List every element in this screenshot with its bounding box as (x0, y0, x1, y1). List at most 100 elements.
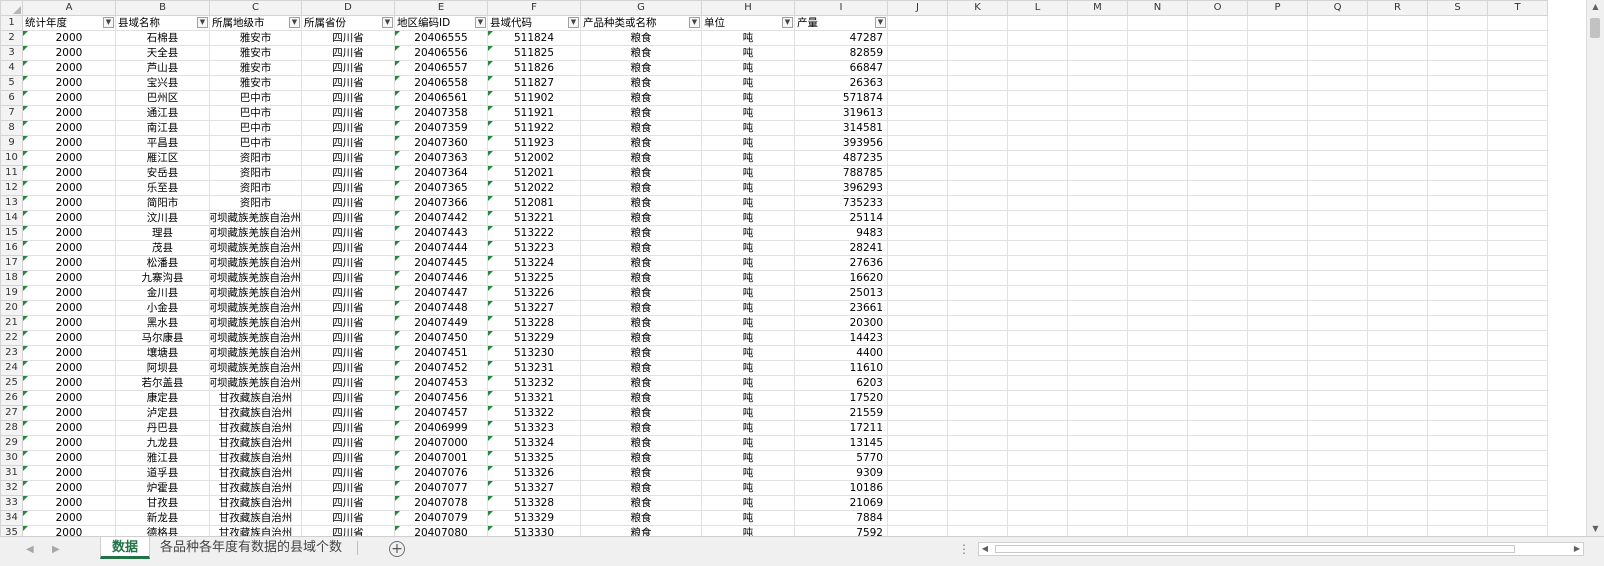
header-cell[interactable]: 所属地级市 ▼ (209, 15, 302, 31)
cell-id[interactable]: 20407001 (394, 450, 488, 466)
empty-cell[interactable] (1487, 345, 1548, 361)
sheet-nav-right-icon[interactable]: ▶ (52, 544, 60, 555)
empty-cell[interactable] (1067, 135, 1128, 151)
empty-cell[interactable] (947, 330, 1008, 346)
empty-cell[interactable] (1187, 300, 1248, 316)
empty-cell[interactable] (1007, 165, 1068, 181)
cell-county[interactable]: 丹巴县 (115, 420, 210, 436)
column-header[interactable]: C (209, 0, 302, 16)
empty-cell[interactable] (1367, 285, 1428, 301)
empty-cell[interactable] (887, 255, 948, 271)
cell-qty[interactable]: 9309 (794, 465, 888, 481)
cell-county[interactable]: 康定县 (115, 390, 210, 406)
cell-qty[interactable]: 7592 (794, 525, 888, 536)
empty-cell[interactable] (1127, 300, 1188, 316)
cell-qty[interactable]: 23661 (794, 300, 888, 316)
cell-prov[interactable]: 四川省 (301, 345, 395, 361)
cell-id[interactable]: 20407358 (394, 105, 488, 121)
cell-city[interactable]: 巴中市 (209, 90, 302, 106)
cell-unit[interactable]: 吨 (701, 465, 795, 481)
cell-unit[interactable]: 吨 (701, 30, 795, 46)
cell-id[interactable]: 20407442 (394, 210, 488, 226)
empty-cell[interactable] (1187, 375, 1248, 391)
empty-cell[interactable] (1487, 225, 1548, 241)
empty-cell[interactable] (1067, 270, 1128, 286)
empty-cell[interactable] (1067, 360, 1128, 376)
empty-cell[interactable] (887, 240, 948, 256)
row-number[interactable]: 3 (0, 45, 23, 61)
empty-cell[interactable] (1367, 90, 1428, 106)
cell-qty[interactable]: 13145 (794, 435, 888, 451)
empty-cell[interactable] (947, 360, 1008, 376)
empty-cell[interactable] (1067, 15, 1128, 31)
cell-id[interactable]: 20407366 (394, 195, 488, 211)
cell-city[interactable]: 甘孜藏族自治州 (209, 510, 302, 526)
cell-prov[interactable]: 四川省 (301, 195, 395, 211)
cell-unit[interactable]: 吨 (701, 315, 795, 331)
cell-year[interactable]: 2000 (22, 285, 116, 301)
vertical-scrollbar[interactable]: ▲ ▼ (1586, 0, 1604, 536)
cell-unit[interactable]: 吨 (701, 495, 795, 511)
cell-city[interactable]: 雅安市 (209, 60, 302, 76)
cell-city[interactable]: 甘孜藏族自治州 (209, 435, 302, 451)
cell-prod[interactable]: 粮食 (580, 270, 702, 286)
cell-year[interactable]: 2000 (22, 165, 116, 181)
cell-prov[interactable]: 四川省 (301, 180, 395, 196)
empty-cell[interactable] (1307, 360, 1368, 376)
empty-cell[interactable] (1307, 165, 1368, 181)
cell-prov[interactable]: 四川省 (301, 30, 395, 46)
cell-id[interactable]: 20407360 (394, 135, 488, 151)
cell-city[interactable]: 阿坝藏族羌族自治州 (209, 315, 302, 331)
empty-cell[interactable] (1007, 450, 1068, 466)
cell-city[interactable]: 巴中市 (209, 120, 302, 136)
filter-dropdown-icon[interactable]: ▼ (289, 17, 300, 28)
empty-cell[interactable] (1247, 120, 1308, 136)
cell-prov[interactable]: 四川省 (301, 375, 395, 391)
tab-county-count[interactable]: 各品种各年度有数据的县域个数 (156, 537, 346, 559)
empty-cell[interactable] (1307, 225, 1368, 241)
empty-cell[interactable] (1007, 510, 1068, 526)
empty-cell[interactable] (1247, 315, 1308, 331)
cell-year[interactable]: 2000 (22, 300, 116, 316)
empty-cell[interactable] (1067, 195, 1128, 211)
empty-cell[interactable] (1187, 495, 1248, 511)
empty-cell[interactable] (1007, 465, 1068, 481)
spreadsheet-grid[interactable]: ABCDEFGHIJKLMNOPQRST 1 统计年度 ▼ 县域名称 ▼ 所属地级市 ▼ 所属… (0, 0, 1586, 536)
empty-cell[interactable] (1067, 390, 1128, 406)
cell-city[interactable]: 雅安市 (209, 75, 302, 91)
cell-county[interactable]: 若尔盖县 (115, 375, 210, 391)
empty-cell[interactable] (1187, 345, 1248, 361)
cell-unit[interactable]: 吨 (701, 450, 795, 466)
empty-cell[interactable] (1127, 90, 1188, 106)
empty-cell[interactable] (1247, 420, 1308, 436)
empty-cell[interactable] (1487, 450, 1548, 466)
cell-code[interactable]: 513223 (487, 240, 581, 256)
cell-county[interactable]: 德格县 (115, 525, 210, 536)
row-number[interactable]: 4 (0, 60, 23, 76)
empty-cell[interactable] (1307, 30, 1368, 46)
cell-prod[interactable]: 粮食 (580, 195, 702, 211)
empty-cell[interactable] (1367, 480, 1428, 496)
row-number[interactable]: 10 (0, 150, 23, 166)
empty-cell[interactable] (1247, 390, 1308, 406)
empty-cell[interactable] (1487, 465, 1548, 481)
empty-cell[interactable] (1007, 240, 1068, 256)
cell-year[interactable]: 2000 (22, 180, 116, 196)
empty-cell[interactable] (1007, 135, 1068, 151)
empty-cell[interactable] (947, 255, 1008, 271)
empty-cell[interactable] (1187, 180, 1248, 196)
cell-year[interactable]: 2000 (22, 255, 116, 271)
empty-cell[interactable] (1307, 255, 1368, 271)
column-header[interactable]: B (115, 0, 210, 16)
cell-code[interactable]: 511827 (487, 75, 581, 91)
empty-cell[interactable] (1247, 480, 1308, 496)
empty-cell[interactable] (1187, 435, 1248, 451)
cell-prod[interactable]: 粮食 (580, 90, 702, 106)
empty-cell[interactable] (1127, 495, 1188, 511)
empty-cell[interactable] (1487, 525, 1548, 536)
empty-cell[interactable] (1487, 315, 1548, 331)
empty-cell[interactable] (1187, 120, 1248, 136)
cell-year[interactable]: 2000 (22, 315, 116, 331)
empty-cell[interactable] (1067, 255, 1128, 271)
empty-cell[interactable] (1487, 135, 1548, 151)
